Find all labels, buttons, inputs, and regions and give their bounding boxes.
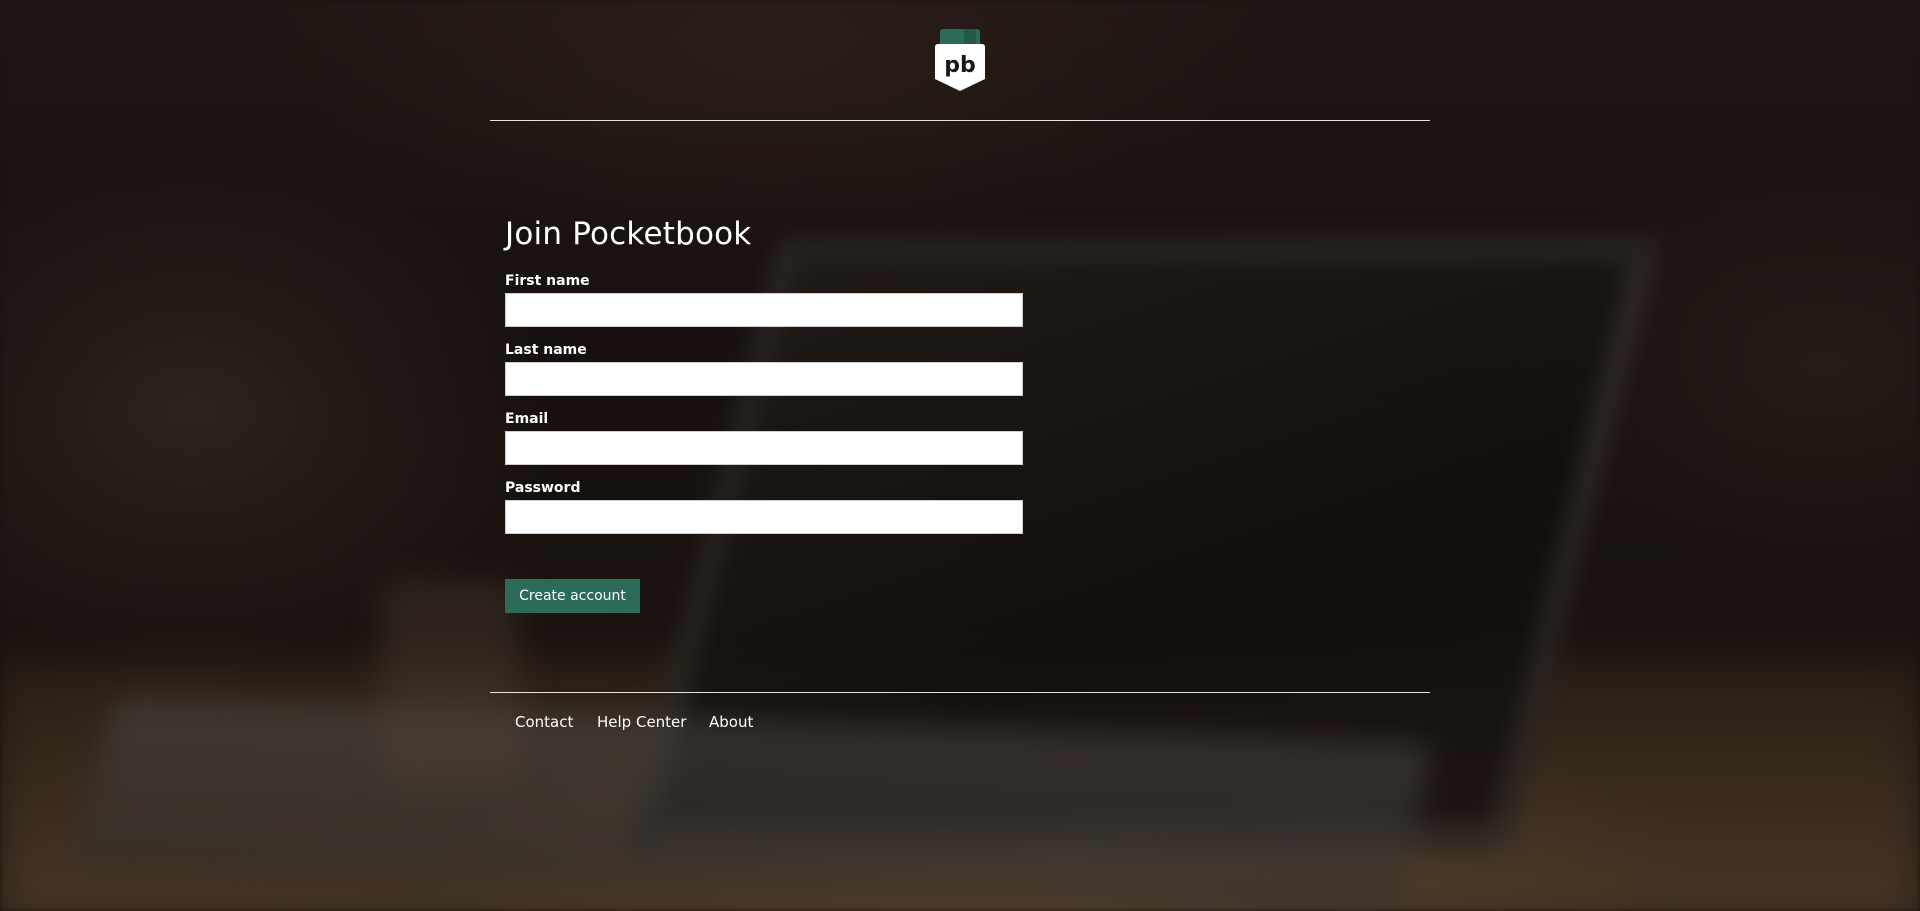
email-group: Email bbox=[505, 411, 1023, 465]
password-label: Password bbox=[505, 480, 581, 496]
password-input[interactable] bbox=[505, 500, 1023, 534]
password-group: Password bbox=[505, 480, 1023, 534]
create-account-button[interactable]: Create account bbox=[505, 579, 640, 613]
footer-link-about[interactable]: About bbox=[709, 713, 753, 731]
page-title: Join Pocketbook bbox=[505, 216, 752, 252]
signup-form: Join Pocketbook First name Last name Ema… bbox=[490, 121, 1430, 692]
pocketbook-logo[interactable]: pb bbox=[934, 29, 986, 91]
first-name-group: First name bbox=[505, 273, 1023, 327]
footer-link-help-center[interactable]: Help Center bbox=[597, 713, 686, 731]
last-name-label: Last name bbox=[505, 342, 587, 358]
email-input[interactable] bbox=[505, 431, 1023, 465]
last-name-input[interactable] bbox=[505, 362, 1023, 396]
footer: Contact Help Center About bbox=[490, 692, 1430, 773]
header: pb bbox=[490, 0, 1430, 121]
first-name-input[interactable] bbox=[505, 293, 1023, 327]
first-name-label: First name bbox=[505, 273, 590, 289]
logo-text: pb bbox=[944, 53, 976, 78]
last-name-group: Last name bbox=[505, 342, 1023, 396]
email-label: Email bbox=[505, 411, 549, 427]
footer-link-contact[interactable]: Contact bbox=[515, 713, 573, 731]
page-container: pb Join Pocketbook First name Last name … bbox=[490, 0, 1430, 911]
